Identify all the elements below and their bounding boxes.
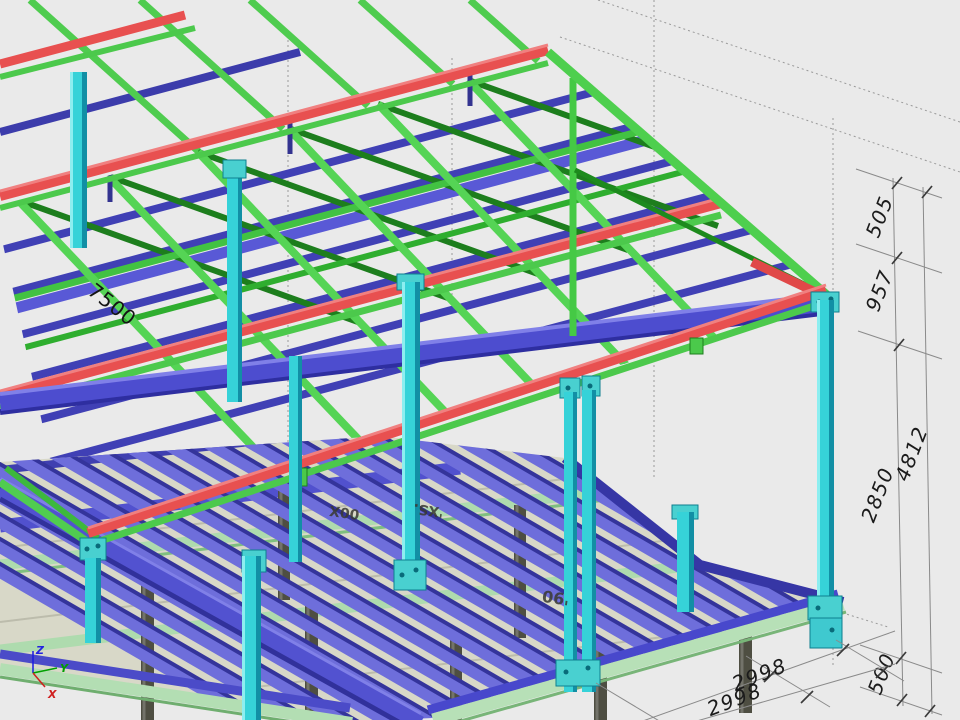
viewport-3d[interactable]: 505 957 2850 500 4812 2998 2998 7500 00X… (0, 0, 960, 720)
deck-mark: '90 (541, 586, 571, 609)
y-axis-label: Y (60, 662, 69, 675)
x-axis-label: X (47, 688, 57, 701)
purlin-cleat (690, 338, 703, 354)
cad-app-window: 505 957 2850 500 4812 2998 2998 7500 00X… (0, 0, 960, 720)
z-axis-label: Z (35, 644, 45, 657)
column (70, 72, 87, 248)
column (289, 356, 302, 562)
